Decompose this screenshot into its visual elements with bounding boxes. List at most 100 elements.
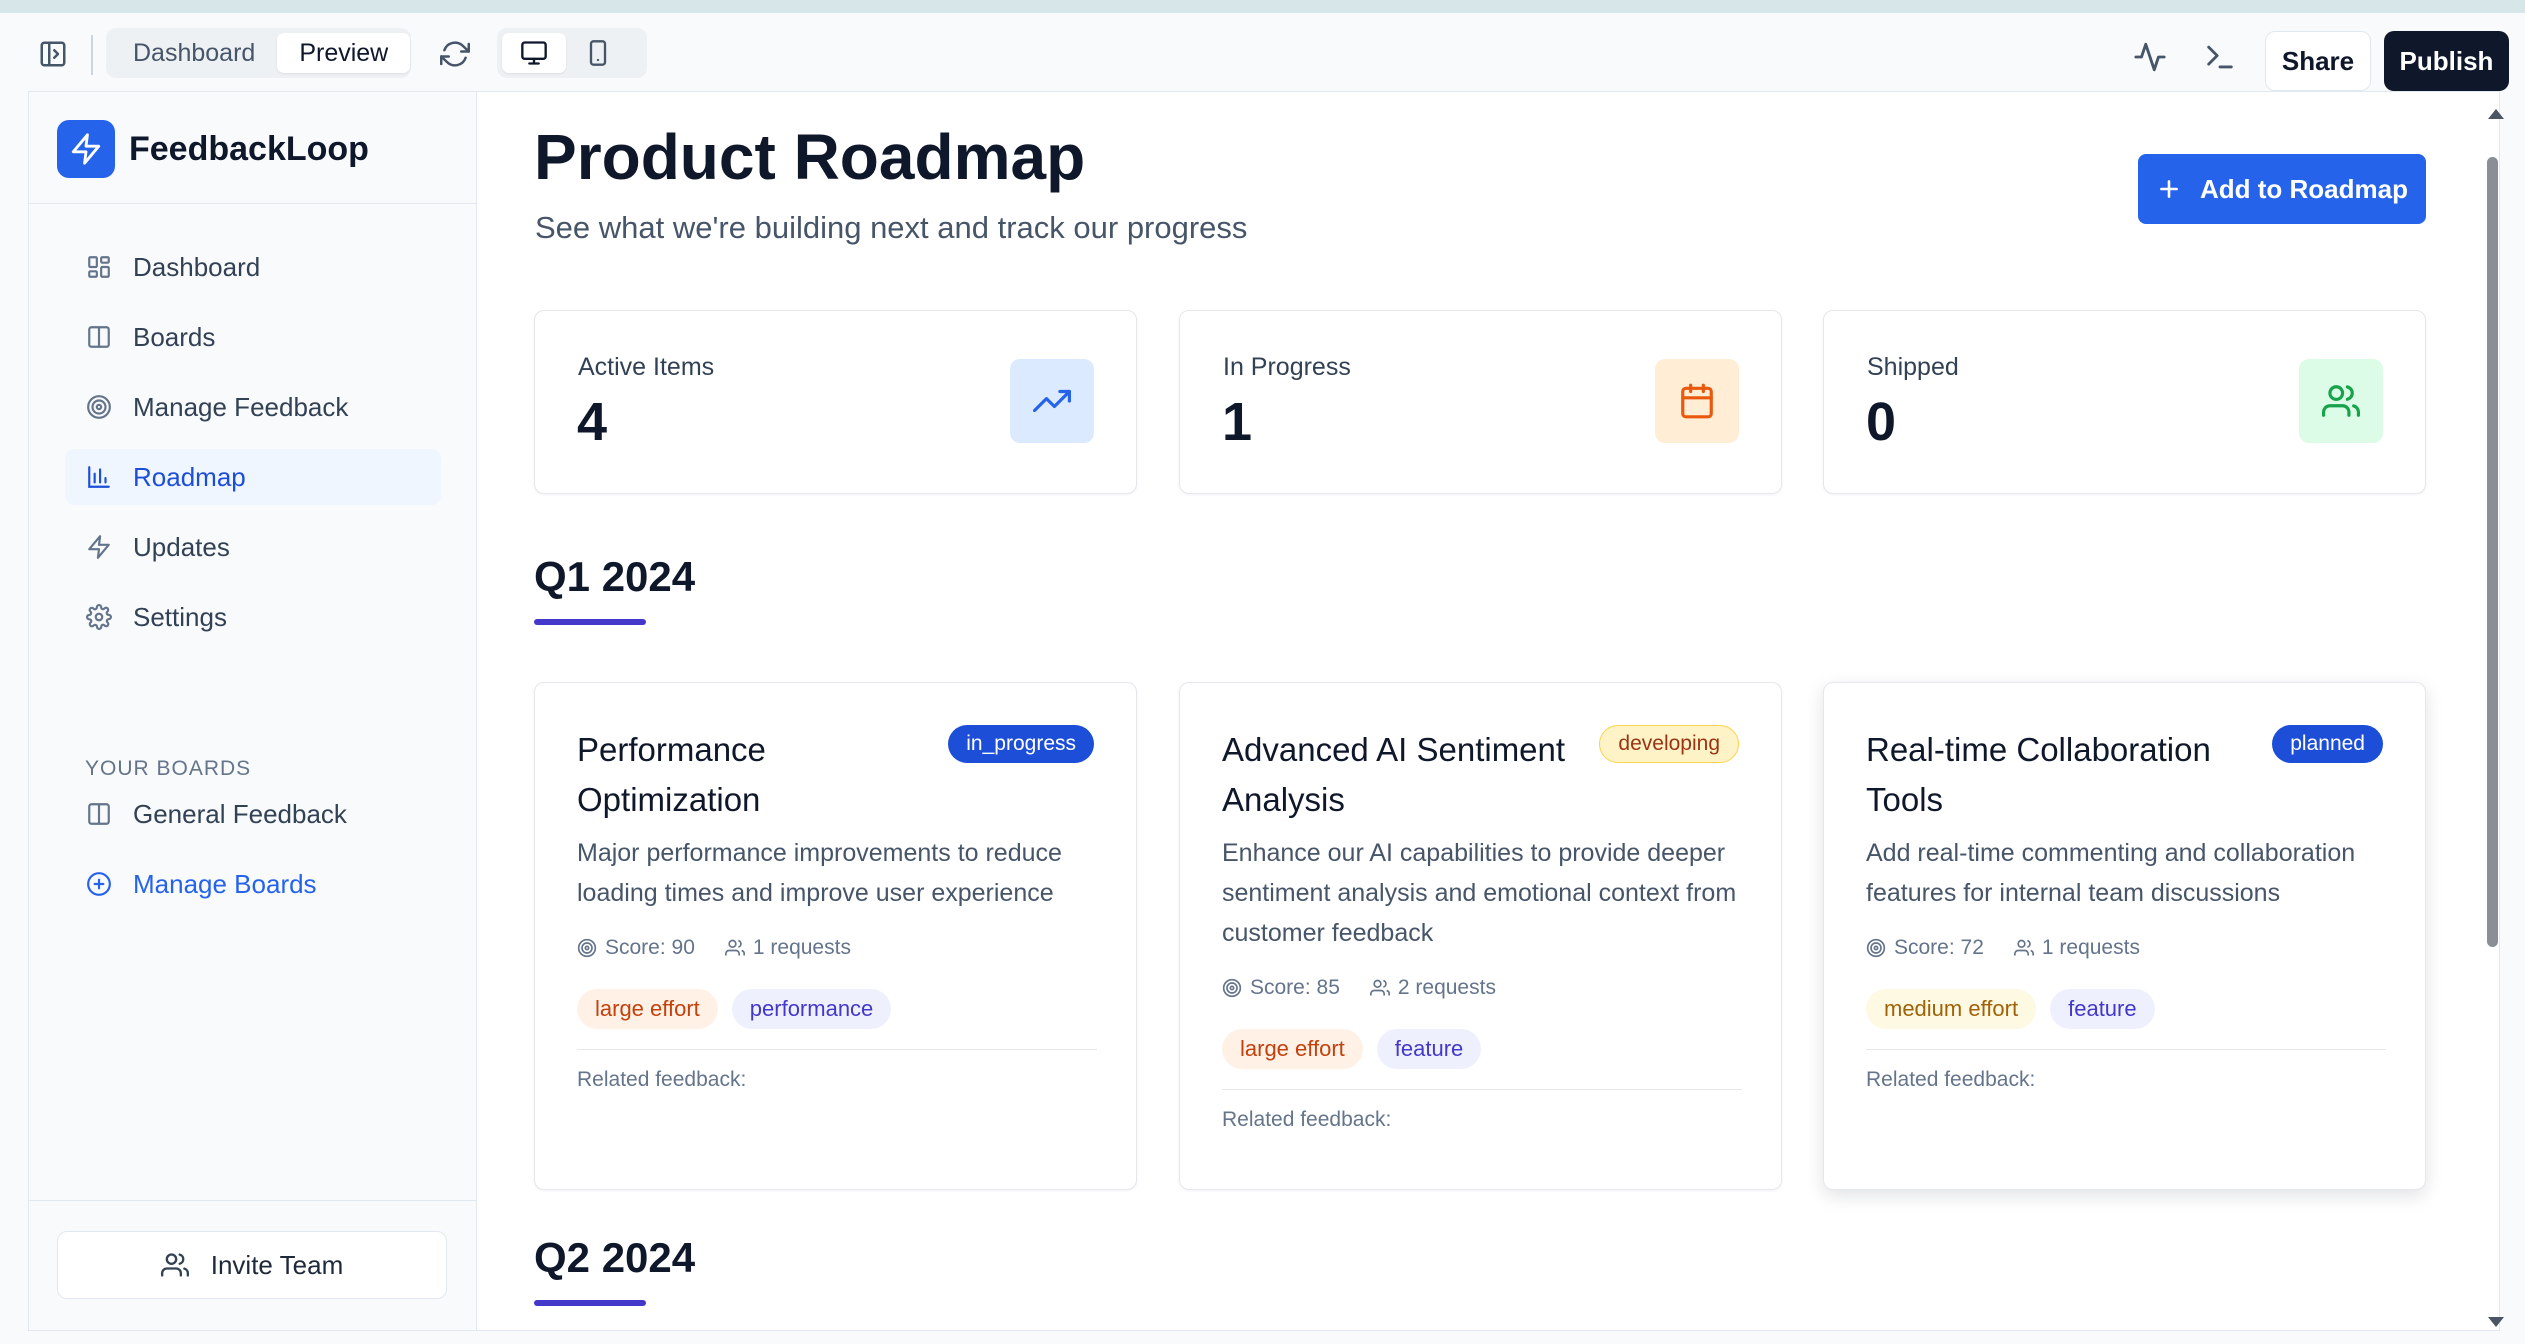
calendar-icon [1655,359,1739,443]
sidebar-item-label: Roadmap [133,461,246,492]
status-badge: developing [1599,725,1739,763]
stat-label: In Progress [1223,353,1351,381]
columns-icon [85,323,113,351]
effort-tag: large effort [1222,1029,1363,1069]
plus-icon [2156,176,2182,202]
quarter-underline [534,1300,646,1306]
sidebar-item-manage-feedback[interactable]: Manage Feedback [65,379,441,435]
columns-icon [85,800,113,828]
card-score: Score: 72 [1894,936,1984,959]
users-icon [724,938,745,958]
bar-chart-icon [85,463,113,491]
target-icon [577,938,597,958]
roadmap-card[interactable]: Real-time Collaboration Tools planned Ad… [1823,682,2426,1190]
target-icon [85,393,113,421]
card-title: Performance Optimization [577,731,766,818]
quarter-heading: Q1 2024 [534,553,696,600]
category-tag: feature [2050,989,2155,1029]
card-divider [577,1049,1097,1050]
main-content: Product Roadmap See what we're building … [478,92,2478,1330]
card-description: Enhance our AI capabilities to provide d… [1222,839,1737,947]
sidebar-item-label: General Feedback [133,798,347,829]
category-tag: feature [1376,1029,1482,1069]
sidebar-footer: Invite Team [29,1200,477,1330]
sidebar-item-settings[interactable]: Settings [65,589,441,645]
sidebar-item-label: Settings [133,601,227,632]
users-icon [2299,359,2383,443]
sidebar-item-label: Manage Boards [133,868,317,899]
card-tags: large effort performance [577,989,905,1029]
page-subtitle: See what we're building next and track o… [535,210,1248,245]
sidebar-item-updates[interactable]: Updates [65,519,441,575]
stat-label: Active Items [578,353,715,381]
sidebar-item-label: Boards [133,321,216,352]
plus-circle-icon [85,870,113,898]
terminal-icon[interactable] [2200,37,2240,77]
sidebar-item-general-feedback[interactable]: General Feedback [65,786,441,842]
status-badge: in_progress [948,725,1094,763]
effort-tag: large effort [577,989,718,1029]
status-badge: planned [2272,725,2383,763]
card-meta: Score: 72 1 requests [1866,936,2140,960]
manage-boards-link[interactable]: Manage Boards [65,856,441,912]
page-scrollbar[interactable] [2484,105,2504,1331]
roadmap-card[interactable]: Advanced AI Sentiment Analysis developin… [1179,682,1782,1190]
zap-logo-icon [57,120,115,178]
sidebar-item-boards[interactable]: Boards [65,309,441,365]
sidebar-toggle-icon[interactable] [32,33,74,75]
top-toolbar: Dashboard Preview Share Publish [0,13,2525,91]
activity-icon[interactable] [2130,37,2170,77]
browser-window: Dashboard Preview Share Publish Feedback… [0,13,2525,1344]
add-to-roadmap-label: Add to Roadmap [2200,173,2408,204]
card-divider [1222,1089,1742,1090]
gear-icon [85,603,113,631]
scroll-up-icon[interactable] [2488,109,2504,119]
app-frame: FeedbackLoop Dashboard Boards Manage Fee… [28,91,2500,1331]
stat-card-active-items: Active Items 4 [534,310,1137,494]
publish-button[interactable]: Publish [2384,31,2509,91]
brand-name: FeedbackLoop [129,130,369,168]
desktop-icon[interactable] [502,33,566,73]
stat-value: 1 [1222,392,1253,452]
mobile-icon[interactable] [566,33,630,73]
refresh-icon[interactable] [434,33,476,75]
card-description: Major performance improvements to reduce… [577,839,1062,907]
effort-tag: medium effort [1866,989,2037,1029]
sidebar-item-label: Updates [133,531,230,562]
roadmap-card[interactable]: Performance Optimization in_progress Maj… [534,682,1137,1190]
sidebar-item-roadmap[interactable]: Roadmap [65,449,441,505]
grid-icon [85,253,113,281]
tab-preview[interactable]: Preview [277,33,411,73]
related-feedback-label: Related feedback: [577,1068,747,1091]
page-title: Product Roadmap [534,121,1086,193]
related-feedback-label: Related feedback: [1866,1068,2036,1091]
card-score: Score: 90 [605,936,695,959]
add-to-roadmap-button[interactable]: Add to Roadmap [2138,154,2426,224]
toolbar-divider [91,35,93,75]
zap-icon [85,533,113,561]
scroll-down-icon[interactable] [2488,1317,2504,1327]
device-switcher [497,28,647,78]
related-feedback-label: Related feedback: [1222,1108,1392,1131]
category-tag: performance [731,989,892,1029]
invite-team-button[interactable]: Invite Team [57,1231,447,1299]
quarter-heading: Q2 2024 [534,1234,696,1281]
tab-dashboard[interactable]: Dashboard [111,33,277,73]
users-icon [2013,938,2034,958]
share-button[interactable]: Share [2265,31,2371,91]
scrollbar-thumb[interactable] [2487,157,2498,947]
target-icon [1222,978,1242,998]
card-tags: large effort feature [1222,1029,1495,1069]
brand-header: FeedbackLoop [29,92,477,204]
stat-card-shipped: Shipped 0 [1823,310,2426,494]
stat-label: Shipped [1867,353,1959,381]
target-icon [1866,938,1886,958]
stat-value: 0 [1866,392,1897,452]
users-icon [160,1251,189,1279]
users-icon [1369,978,1390,998]
card-requests: 1 requests [2041,936,2140,959]
boards-heading: YOUR BOARDS [85,757,252,780]
stat-card-in-progress: In Progress 1 [1179,310,1782,494]
card-tags: medium effort feature [1866,989,2169,1029]
sidebar-item-dashboard[interactable]: Dashboard [65,239,441,295]
